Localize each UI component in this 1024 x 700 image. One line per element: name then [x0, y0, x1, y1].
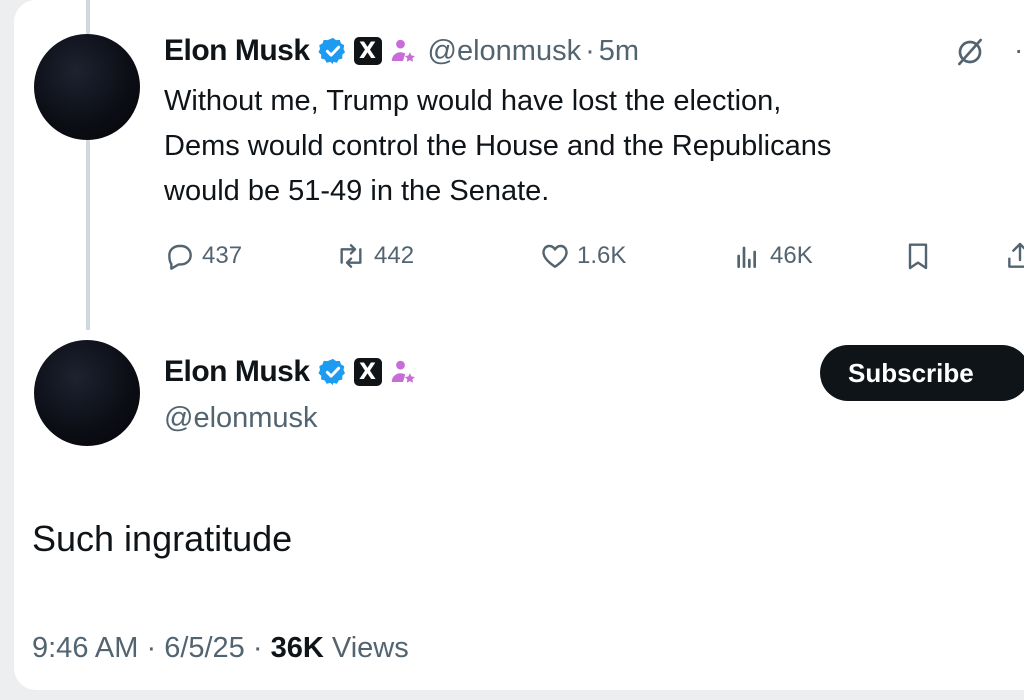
- reply-count: 437: [202, 242, 243, 269]
- tweet-text-line: Dems would control the House and the Rep…: [164, 130, 832, 162]
- handle[interactable]: @elonmusk: [428, 35, 582, 68]
- repost-button[interactable]: 442: [334, 240, 414, 272]
- separator-dot: ·: [585, 34, 595, 67]
- tweet-meta: 9:46 AM · 6/5/25 · 36K Views: [32, 632, 409, 665]
- tweet-header: Elon Musk X: [164, 355, 418, 389]
- views-button[interactable]: 46K: [732, 240, 813, 272]
- views-icon: [737, 246, 756, 268]
- x-badge-icon[interactable]: X: [353, 37, 382, 65]
- tweet-text-line: would be 51-49 in the Senate.: [164, 175, 550, 207]
- views-count: 46K: [770, 242, 813, 269]
- like-count: 1.6K: [577, 242, 627, 269]
- share-icon: [1008, 242, 1024, 268]
- tweet-time[interactable]: 9:46 AM: [32, 632, 138, 664]
- separator-dot: ·: [252, 632, 271, 664]
- like-button[interactable]: 1.6K: [539, 240, 626, 272]
- government-badge-icon[interactable]: [388, 357, 418, 387]
- tweet-card: Elon Musk X @elonmusk · 5m · Without me,…: [14, 0, 1024, 690]
- author-name[interactable]: Elon Musk: [164, 355, 310, 389]
- x-badge-icon[interactable]: X: [353, 358, 382, 386]
- bookmark-icon: [908, 243, 928, 270]
- handle[interactable]: @elonmusk: [164, 402, 318, 435]
- bookmark-button[interactable]: [902, 240, 940, 272]
- tweet-actions: 437 442 1.6K 46K: [164, 236, 1024, 276]
- author-name[interactable]: Elon Musk: [164, 34, 310, 68]
- subscribe-button[interactable]: Subscribe: [820, 345, 1024, 401]
- reply-button[interactable]: 437: [164, 240, 242, 272]
- verified-icon[interactable]: [318, 357, 348, 387]
- tweet-text: Such ingratitude: [32, 518, 293, 559]
- verified-icon[interactable]: [318, 36, 348, 66]
- tweet-text: Without me, Trump would have lost the el…: [164, 79, 1024, 214]
- grok-icon[interactable]: [954, 36, 986, 68]
- reply-icon: [168, 244, 192, 270]
- like-icon: [542, 244, 568, 268]
- separator-dot: ·: [146, 632, 165, 664]
- timestamp[interactable]: 5m: [599, 35, 639, 68]
- avatar[interactable]: [34, 340, 140, 446]
- more-icon[interactable]: ·: [1014, 34, 1023, 66]
- tweet-date[interactable]: 6/5/25: [164, 632, 245, 664]
- avatar[interactable]: [34, 34, 140, 140]
- tweet-header: Elon Musk X @elonmusk · 5m: [164, 34, 639, 68]
- views-label: Views: [331, 632, 409, 664]
- repost-count: 442: [374, 242, 415, 269]
- share-button[interactable]: [1004, 240, 1024, 272]
- tweet-text-line: Without me, Trump would have lost the el…: [164, 85, 782, 117]
- government-badge-icon[interactable]: [388, 36, 418, 66]
- repost-icon: [340, 244, 362, 268]
- views-count: 36K: [270, 632, 324, 664]
